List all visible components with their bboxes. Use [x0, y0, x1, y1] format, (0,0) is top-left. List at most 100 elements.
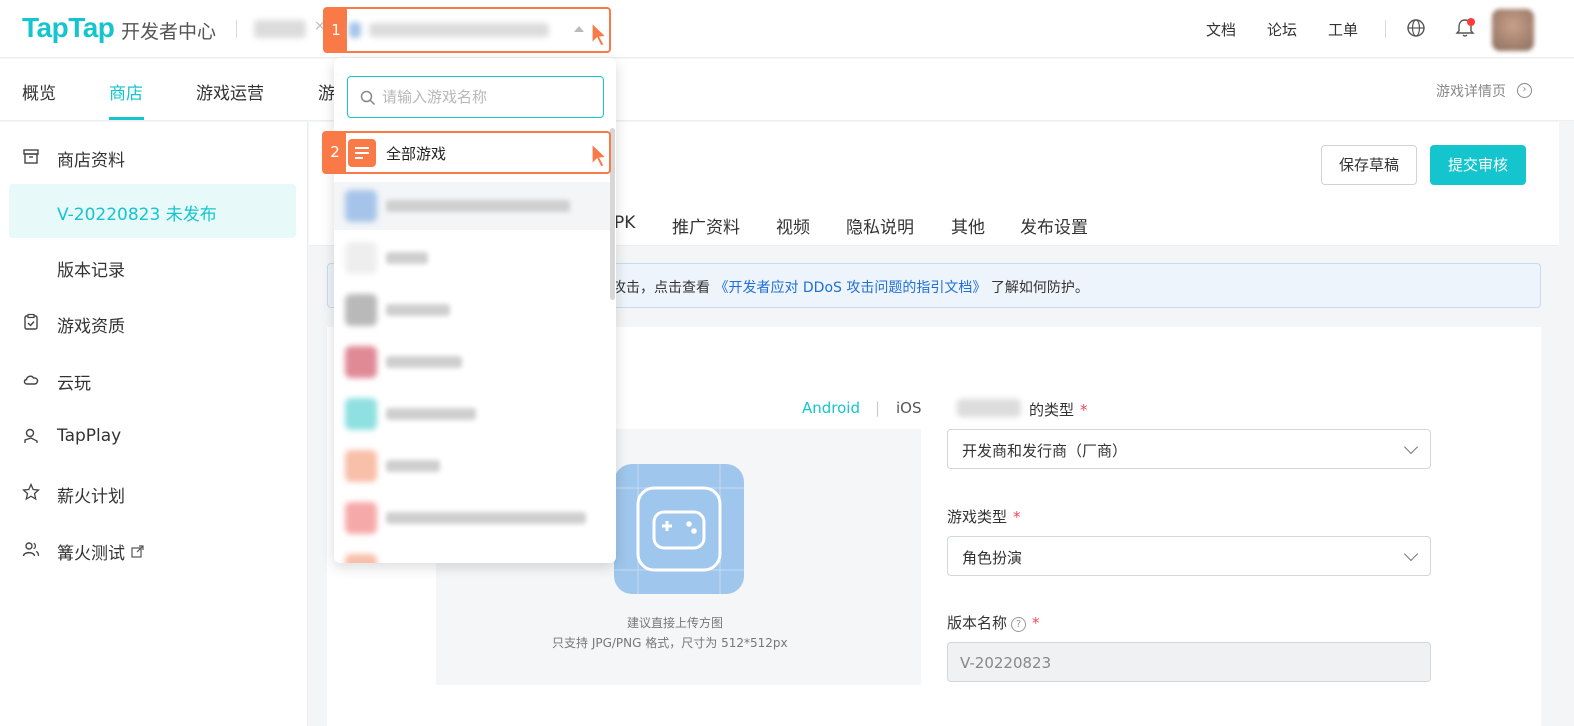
sidebar-item-version-history[interactable]: 版本记录: [0, 241, 308, 293]
list-item[interactable]: [334, 338, 610, 386]
sidebar-item-label: 商店资料: [57, 151, 125, 171]
caret-up-icon: [574, 26, 584, 32]
sidebar-item-current-version[interactable]: V-20220823 未发布: [9, 184, 296, 238]
gamepad-icon: [614, 464, 744, 594]
version-name-value: V-20220823: [960, 654, 1052, 672]
all-games-option[interactable]: 2 全部游戏: [322, 131, 611, 174]
game-selector[interactable]: 1: [323, 7, 611, 53]
top-bar: TapTap 开发者中心 × 文档 论坛 工单: [0, 0, 1574, 58]
divider: [1385, 20, 1386, 38]
list-item[interactable]: [334, 286, 610, 334]
developer-center-title: 开发者中心: [121, 21, 217, 43]
platform-ios-tab[interactable]: iOS: [896, 399, 922, 417]
game-name-redacted: [386, 304, 450, 316]
sidebar-item-spark-plan[interactable]: 薪火计划: [0, 467, 308, 519]
ticket-link[interactable]: 工单: [1328, 19, 1358, 40]
game-icon-redacted: [345, 450, 377, 482]
avatar[interactable]: [1492, 9, 1534, 51]
list-item[interactable]: [334, 234, 610, 282]
chevron-down-icon: [1403, 546, 1419, 562]
platform-android-tab[interactable]: Android: [802, 399, 860, 417]
sidebar-item-cloud-play[interactable]: 云玩: [0, 354, 308, 406]
tab-apk[interactable]: PK: [614, 213, 635, 233]
divider: [236, 20, 237, 38]
notice-text: 攻击，点击查看 《开发者应对 DDoS 攻击问题的指引文档》 了解如何防护。: [612, 277, 1089, 297]
version-name-label: 版本名称? *: [947, 614, 1040, 632]
globe-icon[interactable]: [1406, 18, 1426, 38]
star-icon: [22, 483, 40, 501]
nav-active-indicator: [109, 117, 144, 120]
game-name-redacted: [386, 460, 440, 472]
sidebar-item-label: V-20220823 未发布: [57, 205, 217, 225]
list-item[interactable]: [334, 494, 610, 542]
external-link-icon: [131, 545, 144, 558]
game-search-box[interactable]: [347, 76, 604, 118]
sidebar: 商店资料 V-20220823 未发布 版本记录 游戏资质 云玩 TapPlay…: [0, 122, 308, 726]
game-icon-redacted: [345, 398, 377, 430]
submit-review-button[interactable]: 提交审核: [1430, 145, 1526, 185]
sidebar-item-label: 薪火计划: [57, 487, 125, 507]
tab-privacy[interactable]: 隐私说明: [846, 213, 914, 238]
game-name-redacted: [386, 356, 462, 368]
game-name-redacted: [386, 200, 570, 212]
sidebar-item-label: 游戏资质: [57, 317, 125, 337]
sidebar-item-label: 篝火测试: [57, 544, 125, 564]
game-type-value: 角色扮演: [962, 549, 1023, 567]
list-item[interactable]: [334, 442, 610, 490]
users-icon: [22, 542, 40, 557]
main-nav: 概览 商店 游戏运营 游 游戏详情页 ›: [0, 59, 1574, 121]
sidebar-item-store-info[interactable]: 商店资料: [0, 131, 308, 183]
game-name-redacted: [386, 512, 586, 524]
cloud-icon: [23, 375, 39, 385]
nav-game-operations[interactable]: 游戏运营: [196, 79, 264, 104]
game-type-label: 游戏类型 *: [947, 508, 1021, 526]
sidebar-item-label: 云玩: [57, 374, 91, 394]
help-icon[interactable]: ?: [1011, 617, 1027, 632]
nav-overview[interactable]: 概览: [22, 79, 56, 104]
game-icon-redacted: [345, 502, 377, 534]
list-icon: [348, 139, 376, 167]
arrow-circle-icon[interactable]: ›: [1517, 83, 1532, 98]
save-draft-button[interactable]: 保存草稿: [1321, 145, 1417, 185]
step-badge: 1: [325, 9, 347, 51]
store-icon: [23, 149, 39, 164]
game-search-input[interactable]: [382, 86, 592, 108]
step-badge: 2: [324, 133, 346, 172]
list-item[interactable]: [334, 182, 610, 230]
ddos-guide-link[interactable]: 《开发者应对 DDoS 攻击问题的指引文档》: [714, 280, 986, 296]
upload-hint: 建议直接上传方图: [627, 616, 724, 630]
tab-promotion[interactable]: 推广资料: [672, 213, 740, 238]
sidebar-item-label: TapPlay: [57, 426, 122, 446]
game-type-select[interactable]: 角色扮演: [947, 536, 1431, 576]
sidebar-item-tapplay[interactable]: TapPlay: [0, 411, 308, 463]
tab-other[interactable]: 其他: [951, 213, 985, 238]
clipboard-check-icon: [24, 313, 38, 330]
tapplay-icon: [24, 428, 38, 443]
all-games-label: 全部游戏: [386, 145, 447, 163]
docs-link[interactable]: 文档: [1206, 19, 1236, 40]
developer-type-label: 的类型 *: [1029, 401, 1088, 419]
forum-link[interactable]: 论坛: [1267, 19, 1297, 40]
developer-type-select[interactable]: 开发商和发行商（厂商）: [947, 429, 1431, 469]
taptap-logo[interactable]: TapTap: [22, 12, 115, 44]
platform-divider: |: [875, 399, 881, 417]
version-name-input: V-20220823: [947, 642, 1431, 682]
tab-publish-settings[interactable]: 发布设置: [1020, 213, 1088, 238]
game-icon-redacted: [345, 294, 377, 326]
upload-format-hint: 只支持 JPG/PNG 格式，尺寸为 512*512px: [552, 636, 788, 650]
cursor-icon: [591, 143, 608, 168]
selected-game-name-redacted: [369, 23, 549, 37]
game-icon-redacted: [345, 554, 377, 563]
game-icon-redacted: [345, 190, 377, 222]
tab-video[interactable]: 视频: [776, 213, 810, 238]
nav-game-partial[interactable]: 游: [318, 79, 335, 104]
notice-text-before: 攻击，点击查看: [612, 280, 710, 296]
sidebar-item-qualification[interactable]: 游戏资质: [0, 297, 308, 349]
list-item[interactable]: [334, 390, 610, 438]
sidebar-item-bonfire-test[interactable]: 篝火测试: [0, 524, 308, 576]
game-name-redacted: [386, 408, 476, 420]
game-detail-link[interactable]: 游戏详情页: [1436, 81, 1506, 101]
game-icon-placeholder[interactable]: [614, 464, 744, 594]
list-item[interactable]: [334, 546, 610, 563]
nav-store[interactable]: 商店: [109, 79, 143, 104]
